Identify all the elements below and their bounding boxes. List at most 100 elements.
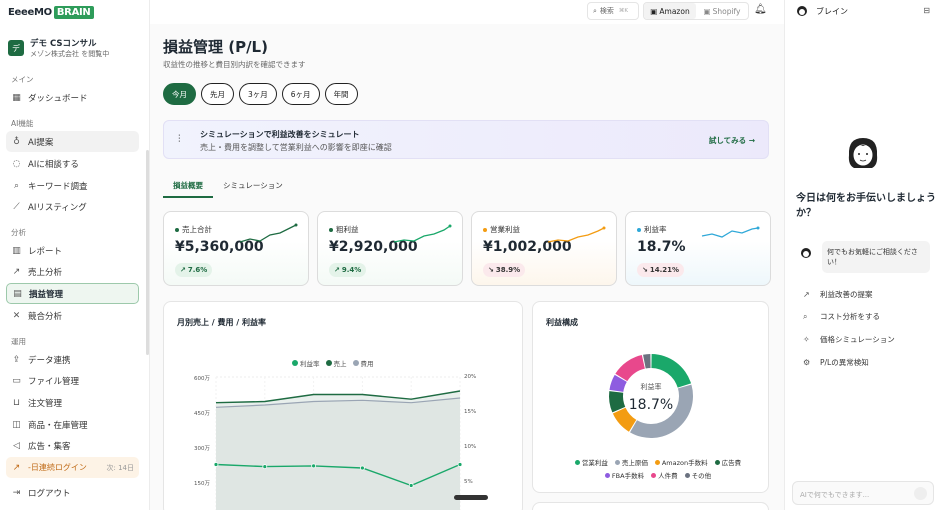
cart-icon: ⊔ xyxy=(12,397,21,408)
sidebar-item-label: 商品・在庫管理 xyxy=(28,420,88,431)
sidebar-item-competitor[interactable]: ✕ 競合分析 xyxy=(6,305,139,326)
dot-icon xyxy=(714,459,720,465)
kpi-change: ↘ 14.21% xyxy=(637,263,685,277)
sidebar-scrollbar[interactable] xyxy=(146,150,149,355)
sparkline xyxy=(701,226,760,238)
legend-item[interactable]: FBA手数料 xyxy=(604,470,644,480)
store-amazon[interactable]: ▣ Amazon xyxy=(644,3,696,19)
chat-input[interactable]: AIで何でもできます... xyxy=(792,481,934,505)
sidebar-item-inventory[interactable]: ◫ 商品・在庫管理 xyxy=(6,414,139,435)
sidebar-item-sales[interactable]: ↗ 売上分析 xyxy=(6,261,139,282)
period-3-months[interactable]: 3ヶ月 xyxy=(239,83,277,105)
period-this-month[interactable]: 今月 xyxy=(163,83,196,105)
kpi-change: ↗ 7.6% xyxy=(175,263,213,277)
simulation-banner[interactable]: ⫶ シミュレーションで利益改善をシミュレート 売上・費用を調整して営業利益への影… xyxy=(163,120,769,159)
org-avatar: デ xyxy=(8,40,24,56)
sidebar-item-pl[interactable]: ▤ 損益管理 xyxy=(6,283,139,304)
search-button[interactable]: ⌕ 検索 ⌘K xyxy=(587,2,639,20)
sidebar-item-label: AIに相談する xyxy=(28,159,79,170)
banner-desc: 売上・費用を調整して営業利益への影響を即座に確認 xyxy=(200,143,392,152)
org-switcher[interactable]: デ デモ CSコンサル メゾン株式会社 を閲覧中 xyxy=(8,37,109,59)
sidebar-item-orders[interactable]: ⊔ 注文管理 xyxy=(6,392,139,413)
kpi-label: 利益率 xyxy=(637,224,667,235)
logo-text: EeeeMO xyxy=(8,7,52,18)
legend-item[interactable]: 売上原価 xyxy=(614,457,648,467)
sidebar-item-ai-suggest[interactable]: ♁ AI提案 xyxy=(6,131,139,152)
legend-item[interactable]: 広告費 xyxy=(714,457,742,467)
store-label: Shopify xyxy=(712,6,741,16)
logout-button[interactable]: ⇥ ログアウト xyxy=(6,482,139,503)
sidebar-item-label: ファイル管理 xyxy=(28,376,80,387)
section-ai: AI機能 xyxy=(11,119,34,128)
sidebar-item-files[interactable]: ▭ ファイル管理 xyxy=(6,370,139,391)
legend-item[interactable]: 営業利益 xyxy=(574,457,608,467)
donut-center-label: 利益率 xyxy=(641,382,662,391)
sidebar-item-label: 損益管理 xyxy=(29,289,64,300)
sidebar-item-label: 広告・集客 xyxy=(28,441,71,452)
suggestion-profit-improve[interactable]: ↗ 利益改善の提案 xyxy=(803,289,873,300)
sidebar-item-report[interactable]: ▥ レポート xyxy=(6,240,139,261)
kpi-card-profit-rate: 利益率 18.7% ↘ 14.21% xyxy=(625,211,771,286)
sidebar-item-label: 注文管理 xyxy=(28,398,63,409)
legend-item[interactable]: その他 xyxy=(684,470,711,480)
store-shopify[interactable]: ▣ Shopify xyxy=(696,3,748,19)
logo[interactable]: EeeeMO BRAIN xyxy=(8,4,94,21)
bell-icon[interactable]: 🔔︎ xyxy=(754,4,767,15)
legend-label: 広告費 xyxy=(721,459,742,467)
legend-item[interactable]: Amazon手数料 xyxy=(654,457,708,467)
streak-label: -日連続ログイン xyxy=(28,463,87,472)
sidebar-item-dashboard[interactable]: ▦ ダッシュボード xyxy=(6,87,139,108)
period-year[interactable]: 年間 xyxy=(324,83,358,105)
period-6-months[interactable]: 6ヶ月 xyxy=(281,83,320,105)
legend-label: 営業利益 xyxy=(581,459,608,467)
sidebar-item-label: ログアウト xyxy=(28,488,71,499)
send-icon[interactable] xyxy=(914,487,927,500)
sidebar-item-label: レポート xyxy=(28,246,63,257)
kpi-card-gross-profit: 粗利益 ¥2,920,000 ↗ 9.4% xyxy=(317,211,463,286)
period-last-month[interactable]: 先月 xyxy=(201,83,234,105)
suggestion-cost-analysis[interactable]: ⌕ コスト分析をする xyxy=(803,311,880,322)
legend-item[interactable]: 人件費 xyxy=(651,470,678,480)
sidebar-item-data-link[interactable]: ⇪ データ連携 xyxy=(6,349,139,370)
sidebar-item-label: データ連携 xyxy=(28,355,71,366)
profit-rate-point[interactable] xyxy=(408,483,414,488)
sidebar-item-ai-listing[interactable]: ⟋ AIリスティング xyxy=(6,196,139,217)
profit-rate-point[interactable] xyxy=(457,462,463,467)
dot-icon xyxy=(574,459,580,465)
tab-simulation[interactable]: シミュレーション xyxy=(213,175,293,198)
collapse-panel-icon[interactable]: ⊟ xyxy=(923,6,930,15)
profit-rate-point[interactable] xyxy=(262,464,268,470)
kpi-value: 18.7% xyxy=(637,239,686,255)
monthly-chart-card: 月別売上 / 費用 / 利益率 利益率 売上 費用 600万 450万 300万… xyxy=(163,301,523,510)
document-icon: ▤ xyxy=(13,288,22,299)
store-label: Amazon xyxy=(659,6,690,16)
sidebar-item-ads[interactable]: ◁ 広告・集客 xyxy=(6,435,139,456)
dot-icon xyxy=(483,227,487,232)
section-analysis: 分析 xyxy=(11,228,26,237)
suggestion-pl-anomaly[interactable]: ⚙︎ P/Lの異常検知 xyxy=(803,357,869,368)
series-cost-area xyxy=(216,398,460,510)
magic-wand-icon: ⟋ xyxy=(13,201,20,212)
sidebar-item-ai-consult[interactable]: ◌ AIに相談する xyxy=(6,153,139,174)
assistant-header: ブレイン xyxy=(796,5,848,17)
sparkline xyxy=(239,223,298,243)
search-shortcut: ⌘K xyxy=(618,8,629,14)
org-name: デモ CSコンサル xyxy=(30,39,97,49)
section-main: メイン xyxy=(11,75,34,84)
donut-slice-5[interactable] xyxy=(615,355,645,382)
search-icon: ⌕ xyxy=(593,6,597,15)
resize-handle[interactable] xyxy=(454,495,488,500)
dot-icon xyxy=(684,472,690,478)
profit-rate-point[interactable] xyxy=(213,462,219,467)
assistant-avatar-icon xyxy=(797,6,807,16)
kpi-change-text: 7.6% xyxy=(187,266,208,274)
kpi-label-text: 営業利益 xyxy=(490,225,520,234)
sidebar-item-label: AI提案 xyxy=(28,137,54,148)
dot-icon xyxy=(654,459,660,465)
tab-overview[interactable]: 損益概要 xyxy=(163,175,213,198)
profit-rate-point[interactable] xyxy=(311,463,317,469)
profit-rate-point[interactable] xyxy=(359,465,365,471)
sidebar-item-keyword[interactable]: ⌕ キーワード調査 xyxy=(6,175,139,196)
try-it-button[interactable]: 試してみる → xyxy=(709,135,755,146)
suggestion-price-sim[interactable]: ✧ 価格シミュレーション xyxy=(803,334,895,345)
